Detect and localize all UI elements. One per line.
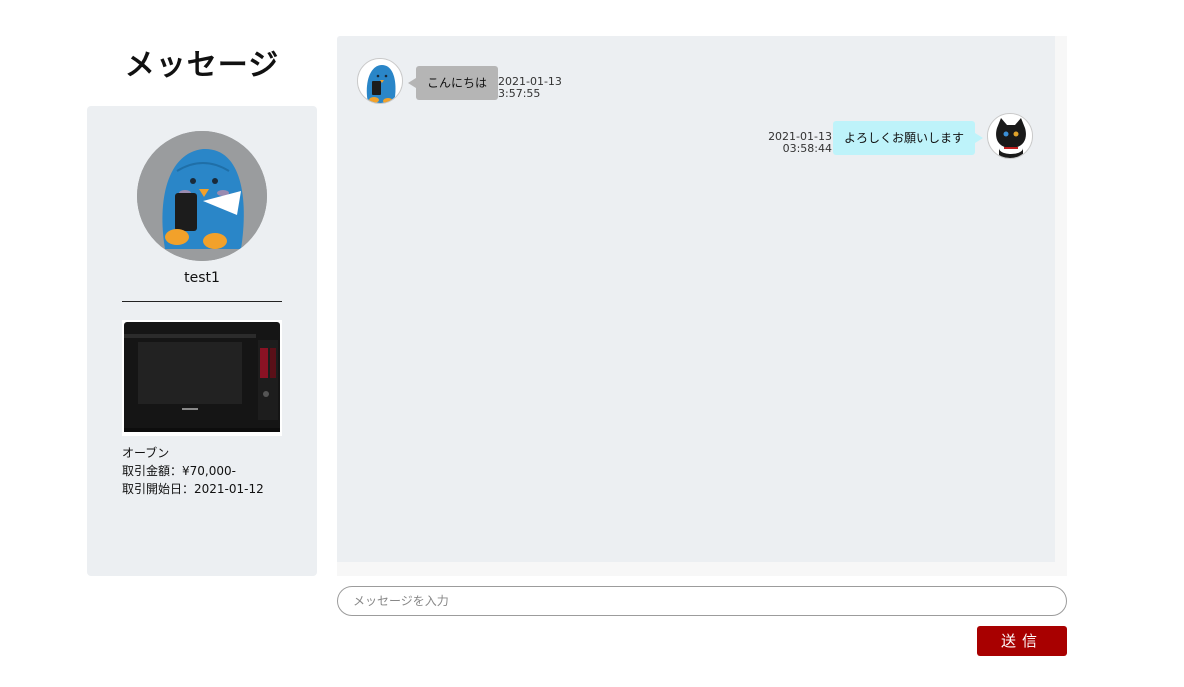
message-bubble: よろしくお願いします bbox=[832, 121, 983, 155]
message-bubble: こんにちは bbox=[408, 66, 499, 100]
message-thread[interactable]: こんにちは 2021-01-13 3:57:55 2021-01-13 03:5… bbox=[337, 36, 1067, 576]
blue-penguin-avatar-icon bbox=[357, 58, 403, 104]
item-name: オーブン bbox=[122, 446, 170, 460]
item-info: オーブン 取引金額：¥70,000- 取引開始日：2021-01-12 bbox=[122, 444, 264, 498]
message-timestamp: 2021-01-13 03:58:44 bbox=[768, 131, 832, 155]
partner-panel: test1 オーブン 取引金額：¥70,000- 取引開始日：2021-01-1… bbox=[87, 106, 317, 576]
message-timestamp: 2021-01-13 3:57:55 bbox=[498, 76, 562, 100]
message-text: よろしくお願いします bbox=[843, 131, 964, 145]
item-start-date: 取引開始日：2021-01-12 bbox=[122, 482, 264, 496]
message-input[interactable] bbox=[337, 586, 1067, 616]
partner-name: test1 bbox=[184, 270, 220, 286]
divider bbox=[122, 301, 282, 302]
message-text: こんにちは bbox=[427, 76, 488, 90]
partner-avatar-icon bbox=[137, 131, 267, 261]
black-cat-avatar-icon bbox=[987, 113, 1033, 159]
item-photo bbox=[122, 320, 282, 436]
send-button[interactable]: 送信 bbox=[977, 626, 1067, 656]
item-price: 取引金額：¥70,000- bbox=[122, 464, 236, 478]
message-time: 03:58:44 bbox=[782, 142, 832, 155]
message-time: 3:57:55 bbox=[498, 87, 541, 100]
message-sent: 2021-01-13 03:58:44 よろしくお願いします bbox=[733, 113, 1033, 159]
page-title: メッセージ bbox=[124, 48, 280, 83]
